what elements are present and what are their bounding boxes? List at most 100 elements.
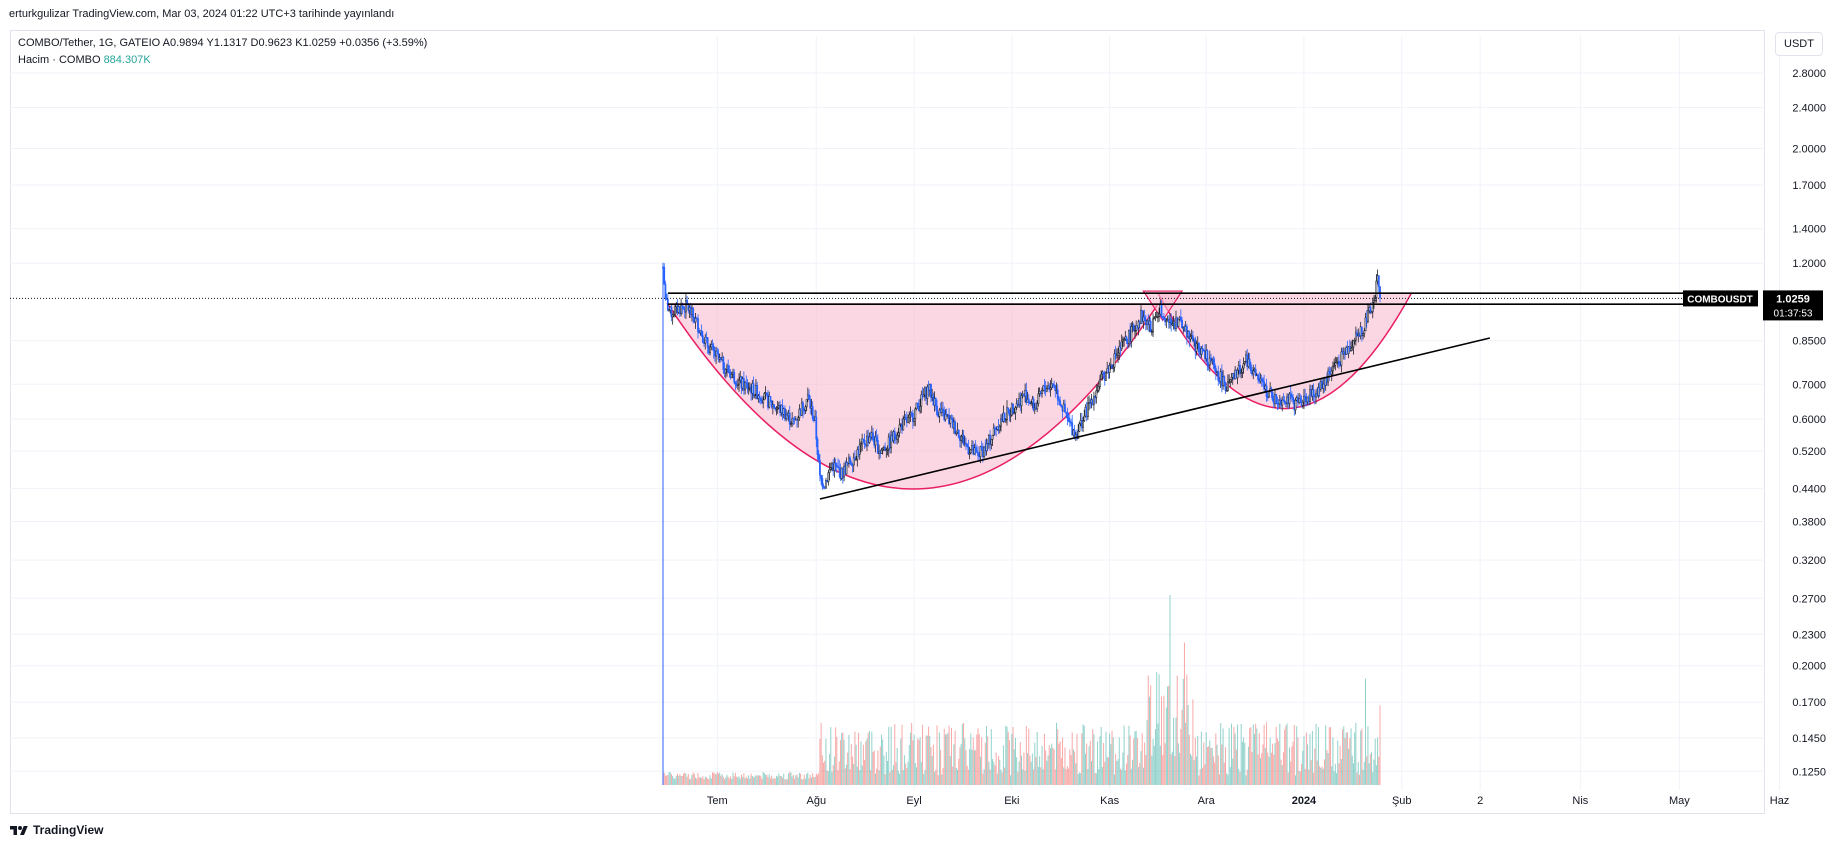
volume-bar [746, 778, 748, 785]
candle-body [893, 431, 896, 438]
volume-bar [663, 772, 665, 785]
volume-bar [1081, 733, 1083, 785]
volume-bar [870, 770, 872, 785]
volume-bar [826, 770, 828, 785]
volume-bar [1350, 728, 1352, 785]
volume-bar [1308, 769, 1310, 785]
symbol-ohlc-line[interactable]: COMBO/Tether, 1G, GATEIO A0.9894 Y1.1317… [18, 35, 427, 52]
volume-bar [718, 773, 720, 785]
candle-body [808, 394, 810, 400]
volume-bar [1352, 763, 1354, 785]
volume-bar [861, 765, 863, 785]
volume-bar [1091, 761, 1093, 785]
volume-bar [888, 726, 890, 785]
volume-bar [1258, 733, 1260, 785]
volume-bar [1008, 740, 1010, 785]
y-tick-label: 1.2000 [1792, 258, 1826, 270]
volume-bar [1234, 733, 1236, 785]
volume-bar [985, 726, 987, 785]
y-tick-label: 0.5200 [1792, 446, 1826, 458]
y-tick-label: 0.3200 [1792, 555, 1826, 567]
volume-bar [1375, 765, 1377, 785]
volume-bar [1197, 735, 1199, 785]
volume-bar [1314, 748, 1316, 785]
volume-bar [1011, 734, 1013, 785]
candle-body [763, 392, 766, 401]
currency-button[interactable]: USDT [1775, 32, 1823, 56]
volume-bar [917, 738, 919, 785]
candle-body [821, 478, 824, 487]
volume-bar [721, 774, 723, 785]
volume-bar [1000, 769, 1002, 785]
candle-body [1158, 313, 1161, 317]
candle-body [765, 392, 768, 396]
volume-bar [1199, 769, 1201, 785]
volume-bar [801, 779, 803, 785]
volume-bar [1043, 733, 1045, 785]
x-tick-label: 2024 [1292, 795, 1317, 807]
tradingview-logo[interactable]: TradingView [10, 823, 103, 837]
volume-bar [992, 759, 994, 785]
volume-bar [1035, 756, 1037, 785]
volume-bar [823, 762, 825, 785]
volume-bar [1290, 761, 1292, 785]
volume-bar [1006, 726, 1008, 785]
candle-body [1338, 360, 1340, 366]
candle-body [1149, 320, 1152, 333]
volume-legend[interactable]: Hacim · COMBO 884.307K [18, 52, 427, 69]
candle-body [1117, 352, 1119, 356]
x-tick-label: Eki [1004, 795, 1019, 807]
volume-bar [804, 778, 806, 785]
volume-bar [996, 773, 998, 785]
candle-body [1099, 378, 1101, 387]
volume-bar [716, 771, 718, 785]
volume-bar [689, 779, 691, 785]
candle-body [1362, 333, 1365, 336]
volume-bar [809, 774, 811, 785]
volume-bar [1028, 728, 1030, 785]
volume-bar [709, 775, 711, 785]
volume-bar [1284, 729, 1286, 785]
x-tick-label: Ara [1198, 795, 1216, 807]
volume-bar [748, 775, 750, 785]
volume-bar [1270, 752, 1272, 785]
volume-bar [678, 775, 680, 785]
volume-bar [1148, 696, 1150, 785]
volume-bar [1156, 672, 1158, 785]
volume-bar [819, 738, 821, 785]
volume-bar [1315, 723, 1317, 785]
volume-bar [1198, 775, 1200, 785]
volume-bar [1203, 742, 1205, 785]
candle-body [674, 306, 676, 315]
candle-body [936, 405, 938, 415]
volume-bar [1053, 749, 1055, 785]
candle-body [930, 384, 932, 398]
volume-bar [1319, 766, 1321, 785]
volume-bar [687, 774, 689, 785]
volume-bar [893, 765, 895, 785]
volume-bar [1021, 755, 1022, 785]
volume-bar [733, 776, 735, 785]
price-chart[interactable]: 2.8000 2.4000 2.0000 1.7000 1.4000 1.2000 0.85… [0, 0, 1835, 849]
y-tick-label: 0.7000 [1792, 379, 1826, 391]
volume-bar [940, 749, 942, 785]
volume-bar [1206, 747, 1208, 785]
volume-bar [850, 744, 852, 785]
volume-bar [1316, 760, 1318, 785]
y-tick-label: 0.2000 [1792, 661, 1826, 673]
volume-bar [1365, 678, 1367, 785]
volume-bar [845, 764, 847, 785]
volume-bar [736, 776, 738, 785]
x-tick-label: Tem [707, 795, 728, 807]
volume-bar [1317, 727, 1319, 785]
volume-bar [1276, 738, 1278, 785]
volume-bar [1075, 763, 1077, 785]
y-tick-label: 2.4000 [1792, 102, 1826, 114]
volume-bar [950, 727, 952, 785]
volume-bar [1251, 751, 1253, 785]
volume-bar [1078, 772, 1080, 785]
volume-bar [1223, 762, 1225, 785]
candle-body [1064, 403, 1066, 413]
volume-bar [749, 778, 751, 785]
candle-body [722, 357, 725, 371]
